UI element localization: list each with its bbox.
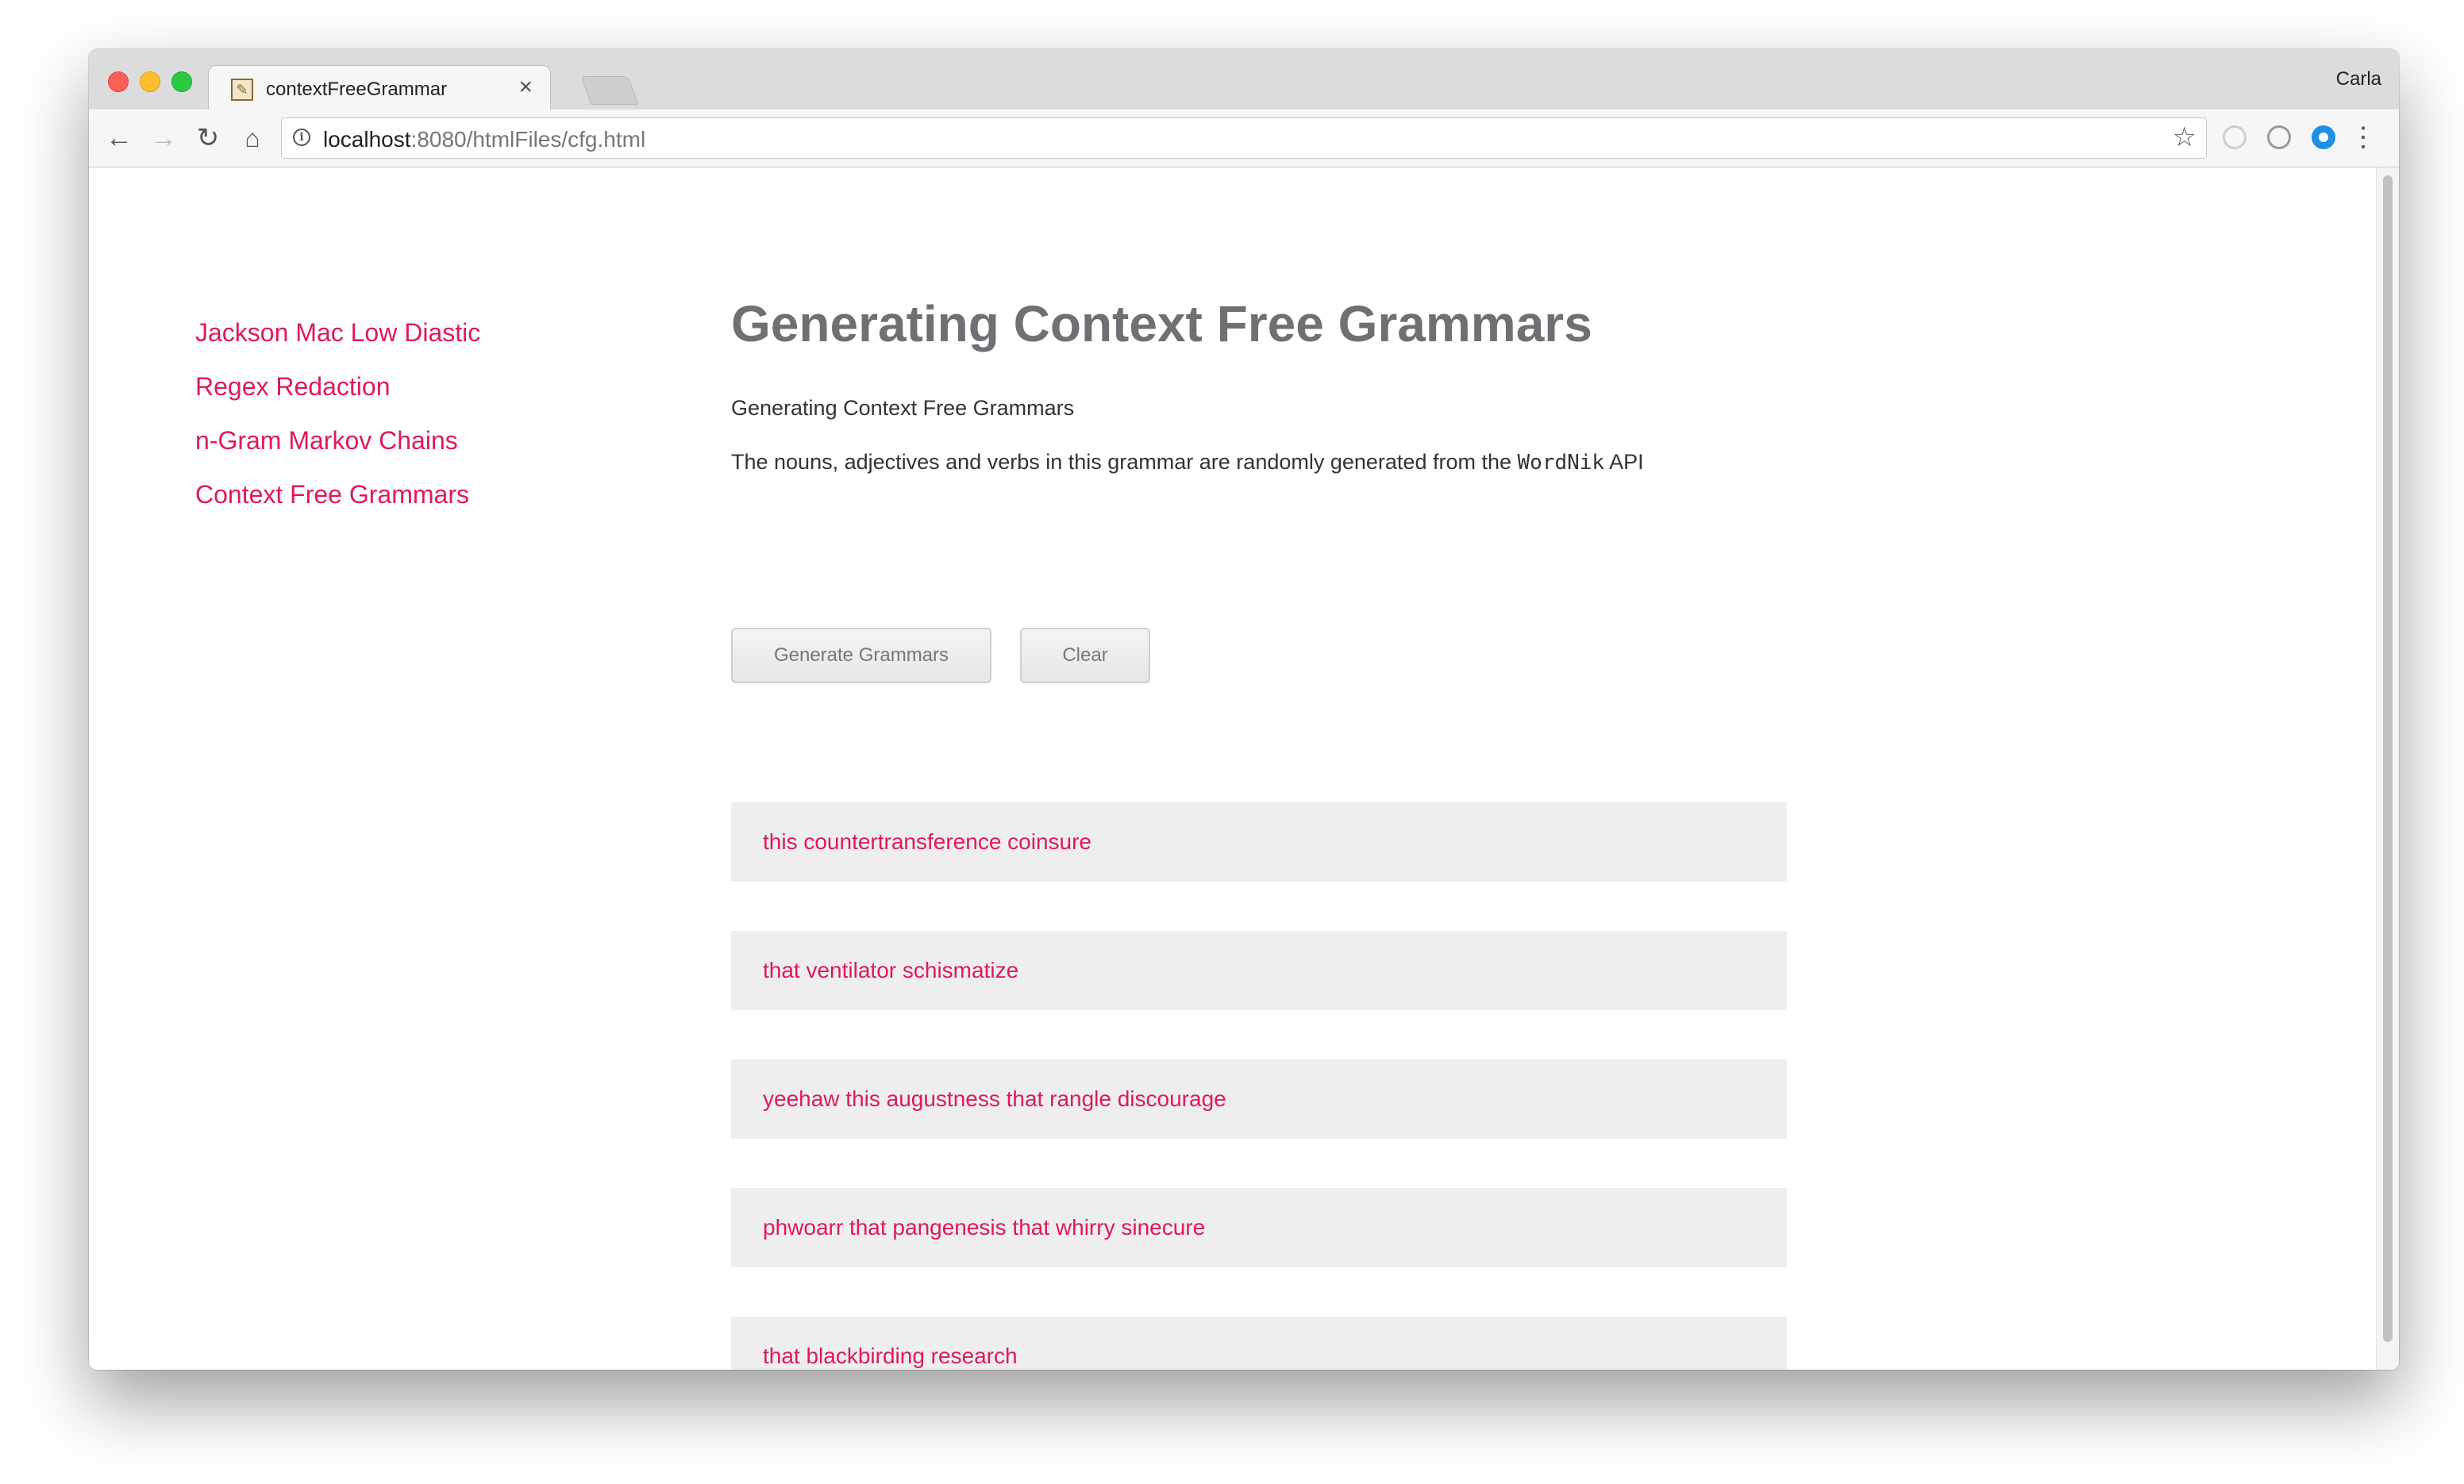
forward-arrow-icon[interactable]: → bbox=[146, 121, 181, 156]
tab-title: contextFreeGrammar bbox=[266, 79, 448, 100]
extension-icon-1[interactable] bbox=[2223, 125, 2246, 149]
tab-strip: ✎ contextFreeGrammar × Carla bbox=[89, 49, 2399, 112]
page-title: Generating Context Free Grammars bbox=[731, 295, 1592, 352]
sidebar-nav: Jackson Mac Low Diastic Regex Redaction … bbox=[195, 315, 480, 531]
sidebar-item-jackson-mac-low-diastic[interactable]: Jackson Mac Low Diastic bbox=[195, 315, 480, 369]
sidebar-item-context-free-grammars[interactable]: Context Free Grammars bbox=[195, 477, 480, 531]
info-icon[interactable]: i bbox=[293, 129, 310, 146]
wordnik-code: WordNik bbox=[1517, 451, 1605, 475]
new-tab-button[interactable] bbox=[580, 76, 639, 105]
url-path: :8080/htmlFiles/cfg.html bbox=[410, 127, 646, 152]
browser-toolbar: ← → ↻ ⌂ i localhost:8080/htmlFiles/cfg.h… bbox=[89, 110, 2399, 167]
maximize-window-button[interactable] bbox=[171, 71, 192, 92]
favicon-icon: ✎ bbox=[231, 79, 253, 101]
minimize-window-button[interactable] bbox=[140, 71, 160, 92]
star-icon[interactable]: ☆ bbox=[2173, 123, 2196, 152]
sidebar-item-regex-redaction[interactable]: Regex Redaction bbox=[195, 369, 480, 423]
address-bar[interactable]: i localhost:8080/htmlFiles/cfg.html ☆ bbox=[281, 117, 2207, 159]
result-item: phwoarr that pangenesis that whirry sine… bbox=[731, 1188, 1787, 1267]
page-viewport: Jackson Mac Low Diastic Regex Redaction … bbox=[89, 167, 2399, 1370]
result-item: that blackbirding research bbox=[731, 1317, 1787, 1370]
description-text: The nouns, adjectives and verbs in this … bbox=[731, 450, 1511, 474]
tab-close-icon[interactable]: × bbox=[518, 74, 533, 100]
kebab-menu-icon[interactable]: ⋮ bbox=[2350, 122, 2377, 152]
url-text[interactable]: localhost:8080/htmlFiles/cfg.html bbox=[323, 127, 645, 152]
extension-icon-3[interactable] bbox=[2312, 125, 2335, 149]
browser-window: ✎ contextFreeGrammar × Carla ← → ↻ ⌂ i l… bbox=[89, 49, 2399, 1370]
back-arrow-icon[interactable]: ← bbox=[102, 121, 137, 156]
page-subtitle: Generating Context Free Grammars bbox=[731, 396, 1075, 420]
url-host: localhost bbox=[323, 127, 411, 152]
extension-icon-2[interactable] bbox=[2267, 125, 2291, 149]
clear-button[interactable]: Clear bbox=[1020, 628, 1150, 683]
result-item: this countertransference coinsure bbox=[731, 802, 1787, 882]
profile-name[interactable]: Carla bbox=[2336, 68, 2381, 90]
scrollbar-thumb[interactable] bbox=[2383, 175, 2393, 1342]
tab-context-free-grammar[interactable]: ✎ contextFreeGrammar × bbox=[208, 65, 551, 112]
sidebar-item-n-gram-markov-chains[interactable]: n-Gram Markov Chains bbox=[195, 423, 480, 477]
description-api-text: API bbox=[1609, 450, 1644, 474]
result-item: that ventilator schismatize bbox=[731, 931, 1787, 1010]
home-icon[interactable]: ⌂ bbox=[235, 121, 270, 156]
result-item: yeehaw this augustness that rangle disco… bbox=[731, 1059, 1787, 1139]
generate-grammars-button[interactable]: Generate Grammars bbox=[731, 628, 991, 683]
vertical-scrollbar[interactable] bbox=[2376, 167, 2399, 1370]
reload-icon[interactable]: ↻ bbox=[191, 121, 225, 156]
results-list: this countertransference coinsure that v… bbox=[731, 802, 1787, 1370]
page-description: The nouns, adjectives and verbs in this … bbox=[731, 450, 1644, 475]
close-window-button[interactable] bbox=[108, 71, 129, 92]
